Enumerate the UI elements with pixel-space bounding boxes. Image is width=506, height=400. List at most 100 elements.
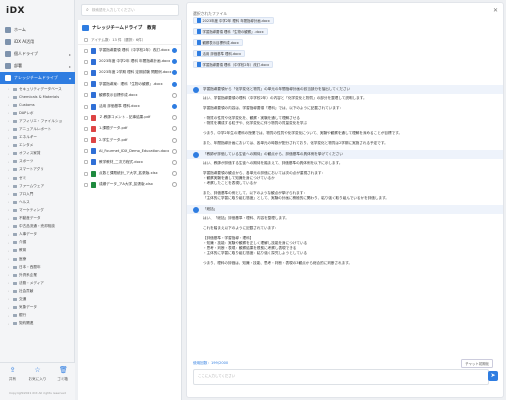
folder-tree-item[interactable]: › 銀行: [0, 312, 75, 320]
select-radio[interactable]: [172, 81, 177, 87]
folder-tree-item[interactable]: › エンタメ: [0, 142, 75, 150]
selected-file-chip[interactable]: 活用 評価基準 理科.docx: [193, 50, 245, 57]
sidebar-footer: ⇪ 共有 ☆ お気に入り 🗑 ゴミ箱 Copyright2021 iDX All ri…: [0, 362, 75, 400]
sidebar-item[interactable]: ナレッジチームドライブ ▾: [0, 72, 75, 84]
folder-label: ゼミ: [19, 175, 27, 180]
folder-tree-item[interactable]: › 外資系企業: [0, 271, 75, 279]
select-radio[interactable]: [172, 48, 177, 54]
file-checkbox[interactable]: [84, 149, 88, 154]
select-radio[interactable]: [172, 59, 177, 65]
folder-tree-item[interactable]: › Customs: [0, 101, 75, 109]
sidebar-item[interactable]: 個人ドライブ ▸: [0, 48, 75, 60]
folder-tree-item[interactable]: › 気象データ: [0, 304, 75, 312]
folder-tree-item[interactable]: › マーケティング: [0, 206, 75, 214]
folder-tree-item[interactable]: › オフィス家賃: [0, 150, 75, 158]
select-radio[interactable]: [172, 115, 177, 121]
select-radio[interactable]: [172, 126, 177, 132]
file-checkbox[interactable]: [84, 93, 88, 98]
select-radio[interactable]: [172, 92, 177, 98]
file-row[interactable]: 活用 評価基準 理科.docx: [78, 101, 181, 112]
file-checkbox[interactable]: [84, 115, 88, 120]
folder-tree-item[interactable]: › ゼミ: [0, 174, 75, 182]
select-radio[interactable]: [172, 70, 177, 76]
assistant-message: はい、学習指導要領の理科（中学校2年）の内容と「化学変化と物質」の部分を整理して…: [187, 96, 503, 146]
sidebar-item[interactable]: iDX AI活用: [0, 36, 75, 48]
file-checkbox[interactable]: [84, 70, 88, 75]
folder-tree-item[interactable]: › 契約関連: [0, 320, 75, 328]
file-checkbox[interactable]: [84, 104, 88, 109]
selected-file-chip[interactable]: 学習指導要領 理科（中学校2年）改訂.docx: [193, 61, 274, 68]
folder-tree-item[interactable]: › 医療: [0, 255, 75, 263]
select-all-checkbox[interactable]: [84, 38, 88, 42]
folder-tree-item[interactable]: › 人事データ: [0, 231, 75, 239]
selected-file-chip[interactable]: 観察表示目標作成.docx: [193, 39, 243, 46]
close-icon[interactable]: ✕: [493, 7, 498, 14]
folder-tree-item[interactable]: › 中古品流通・売却相談: [0, 223, 75, 231]
folder-tree-item[interactable]: › プロ入門: [0, 190, 75, 198]
select-radio[interactable]: [172, 137, 177, 143]
file-row[interactable]: ２.教師コメント - 記事結果.pdf: [78, 112, 181, 123]
search-input[interactable]: ⌕ 検索語を入力してください: [81, 4, 179, 16]
folder-tree-item[interactable]: › DAPレポ: [0, 109, 75, 117]
chevron-right-icon: ›: [8, 119, 10, 124]
folder-icon: [13, 273, 17, 277]
file-checkbox[interactable]: [84, 182, 88, 187]
folder-tree-item[interactable]: › アフィリエ・ファイルショ: [0, 117, 75, 125]
trash-button[interactable]: 🗑 ゴミ箱: [50, 367, 75, 382]
chat-input[interactable]: ここに入力してください: [193, 369, 489, 385]
file-row[interactable]: 学習指導案：理科「生物の観察」.docx: [78, 79, 181, 90]
folder-tree-item[interactable]: › ヘルス: [0, 198, 75, 206]
folder-tree-item[interactable]: › 不動産データ: [0, 215, 75, 223]
select-radio[interactable]: [172, 159, 177, 165]
share-icon: ⇪: [9, 366, 16, 374]
file-checkbox[interactable]: [84, 138, 88, 143]
file-checkbox[interactable]: [84, 48, 88, 53]
file-checkbox[interactable]: [84, 82, 88, 87]
folder-tree-item[interactable]: › セキュリティデータベース: [0, 85, 75, 93]
file-row[interactable]: 2023年度 中学2年 理科 年間指導計画.docx: [78, 56, 181, 67]
document-icon: [197, 51, 201, 56]
folder-icon: [13, 136, 17, 140]
file-row[interactable]: 2023年度 2学期 理科 定期試験 問題例.docx: [78, 67, 181, 78]
file-row[interactable]: 2.学生データ.pdf: [78, 135, 181, 146]
send-button[interactable]: ➤: [488, 371, 498, 381]
select-radio[interactable]: [172, 104, 177, 110]
user-avatar: [193, 207, 199, 213]
file-row[interactable]: 学習指導要領 理科（中学校2年）改訂.docx: [78, 45, 181, 56]
folder-tree-item[interactable]: › スマートアグリ: [0, 166, 75, 174]
folder-tree-item[interactable]: › アニュアルレポート: [0, 125, 75, 133]
select-radio[interactable]: [172, 171, 177, 177]
folder-tree-item[interactable]: › Chemicals & Materials: [0, 93, 75, 101]
folder-tree-item[interactable]: › 日本・西暦年: [0, 263, 75, 271]
share-button[interactable]: ⇪ 共有: [0, 367, 25, 382]
folder-tree-item[interactable]: › 教育: [0, 247, 75, 255]
sidebar-item[interactable]: ホーム: [0, 24, 75, 36]
file-checkbox[interactable]: [84, 171, 88, 176]
file-checkbox[interactable]: [84, 59, 88, 64]
selected-file-chip[interactable]: 学習指導要領 理科「生物の観察」.docx: [193, 28, 268, 35]
file-row[interactable]: AI_Fourmet_IDX_Demo_Education.docx: [78, 146, 181, 157]
folder-tree-item[interactable]: › エネルギー: [0, 134, 75, 142]
selected-file-chip[interactable]: 2023年度 中学2年 理科 年間指導計画.docx: [193, 17, 274, 24]
chevron-right-icon: ›: [8, 216, 10, 221]
file-checkbox[interactable]: [84, 160, 88, 165]
select-radio[interactable]: [172, 182, 177, 188]
file-row[interactable]: 1.課題データ.pdf: [78, 123, 181, 134]
folder-tree-item[interactable]: › ファームウェア: [0, 182, 75, 190]
file-row[interactable]: 成績データ_アA大学_拡張版.xlsx: [78, 179, 181, 190]
clear-chat-button[interactable]: チャット初期化: [461, 359, 493, 368]
folder-tree-item[interactable]: › 介護: [0, 239, 75, 247]
folder-tree-item[interactable]: › 社会貢献: [0, 287, 75, 295]
favorites-button[interactable]: ☆ お気に入り: [25, 367, 50, 382]
folder-tree-item[interactable]: › スポーツ: [0, 158, 75, 166]
file-name: 2023年度 2学期 理科 定期試験 問題例.docx: [99, 70, 172, 75]
folder-tree-item[interactable]: › 法務・メディア: [0, 279, 75, 287]
file-checkbox[interactable]: [84, 126, 88, 131]
file-row[interactable]: 教学教材_二次方程式.docx: [78, 157, 181, 168]
select-radio[interactable]: [172, 148, 177, 154]
file-row[interactable]: 観察表示目標作成.docx: [78, 90, 181, 101]
sidebar-item[interactable]: 部署 ▸: [0, 60, 75, 72]
file-row[interactable]: 点数と課題統計_ア大学_拡張版.xlsx: [78, 168, 181, 179]
folder-tree-item[interactable]: › 交通: [0, 295, 75, 303]
chip-label: 観察表示目標作成.docx: [202, 41, 239, 45]
